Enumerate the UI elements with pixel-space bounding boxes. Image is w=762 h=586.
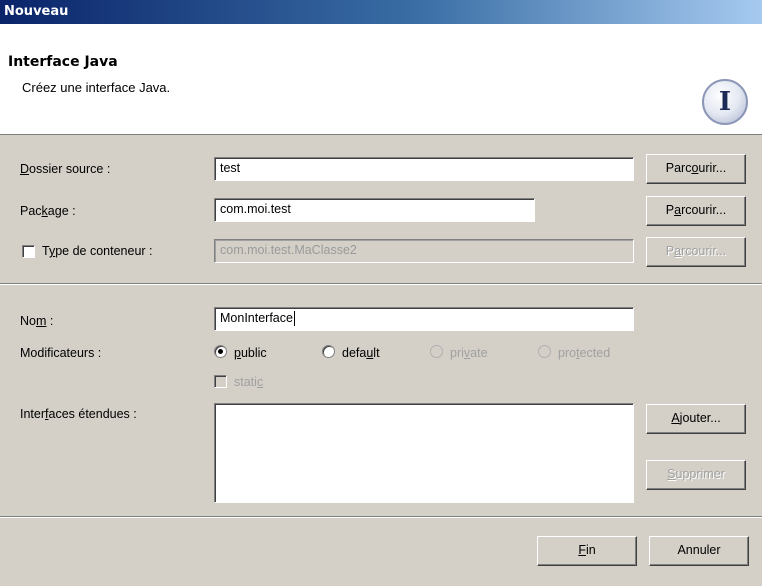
extended-interfaces-list[interactable] xyxy=(214,403,634,503)
cancel-button[interactable]: Annuler xyxy=(649,536,749,566)
source-folder-input[interactable]: test xyxy=(214,157,634,181)
name-input[interactable]: MonInterface xyxy=(214,307,634,331)
extended-interfaces-label: Interfaces étendues : xyxy=(20,407,137,421)
page-title: Interface Java xyxy=(8,54,118,70)
public-radio[interactable] xyxy=(214,345,227,358)
footer-separator xyxy=(0,516,762,518)
package-label: Package : xyxy=(20,204,76,218)
protected-radio xyxy=(538,345,551,358)
enclosing-type-checkbox[interactable] xyxy=(22,245,35,258)
page-description: Créez une interface Java. xyxy=(22,80,171,95)
modifiers-label: Modificateurs : xyxy=(20,346,102,360)
finish-button[interactable]: Fin xyxy=(537,536,637,566)
browse-package-button[interactable]: Parcourir... xyxy=(646,196,746,226)
name-label: Nom : xyxy=(20,314,54,328)
enclosing-type-input: com.moi.test.MaClasse2 xyxy=(214,239,634,263)
browse-source-folder-button[interactable]: Parcourir... xyxy=(646,154,746,184)
default-label: default xyxy=(342,346,380,360)
private-radio xyxy=(430,345,443,358)
window-title: Nouveau xyxy=(4,4,69,19)
public-label: public xyxy=(234,346,267,360)
remove-interface-button: Supprimer xyxy=(646,460,746,490)
source-folder-label: Dossier source : xyxy=(20,162,111,176)
static-label: static xyxy=(234,375,264,389)
package-input[interactable]: com.moi.test xyxy=(214,198,535,222)
new-java-interface-dialog: Nouveau Interface Java Créez une interfa… xyxy=(0,0,762,586)
enclosing-type-label: Type de conteneur : xyxy=(42,244,153,258)
default-radio[interactable] xyxy=(322,345,335,358)
separator xyxy=(0,283,762,285)
static-checkbox xyxy=(214,375,227,388)
radio-selected-dot xyxy=(218,349,223,354)
java-interface-icon: I xyxy=(702,79,748,125)
text-caret xyxy=(293,311,295,327)
private-label: private xyxy=(450,346,488,360)
title-bar[interactable]: Nouveau xyxy=(0,0,762,24)
browse-enclosing-type-button: Parcourir... xyxy=(646,237,746,267)
wizard-header: Interface Java Créez une interface Java.… xyxy=(0,24,762,135)
add-interface-button[interactable]: Ajouter... xyxy=(646,404,746,434)
protected-label: protected xyxy=(558,346,611,360)
